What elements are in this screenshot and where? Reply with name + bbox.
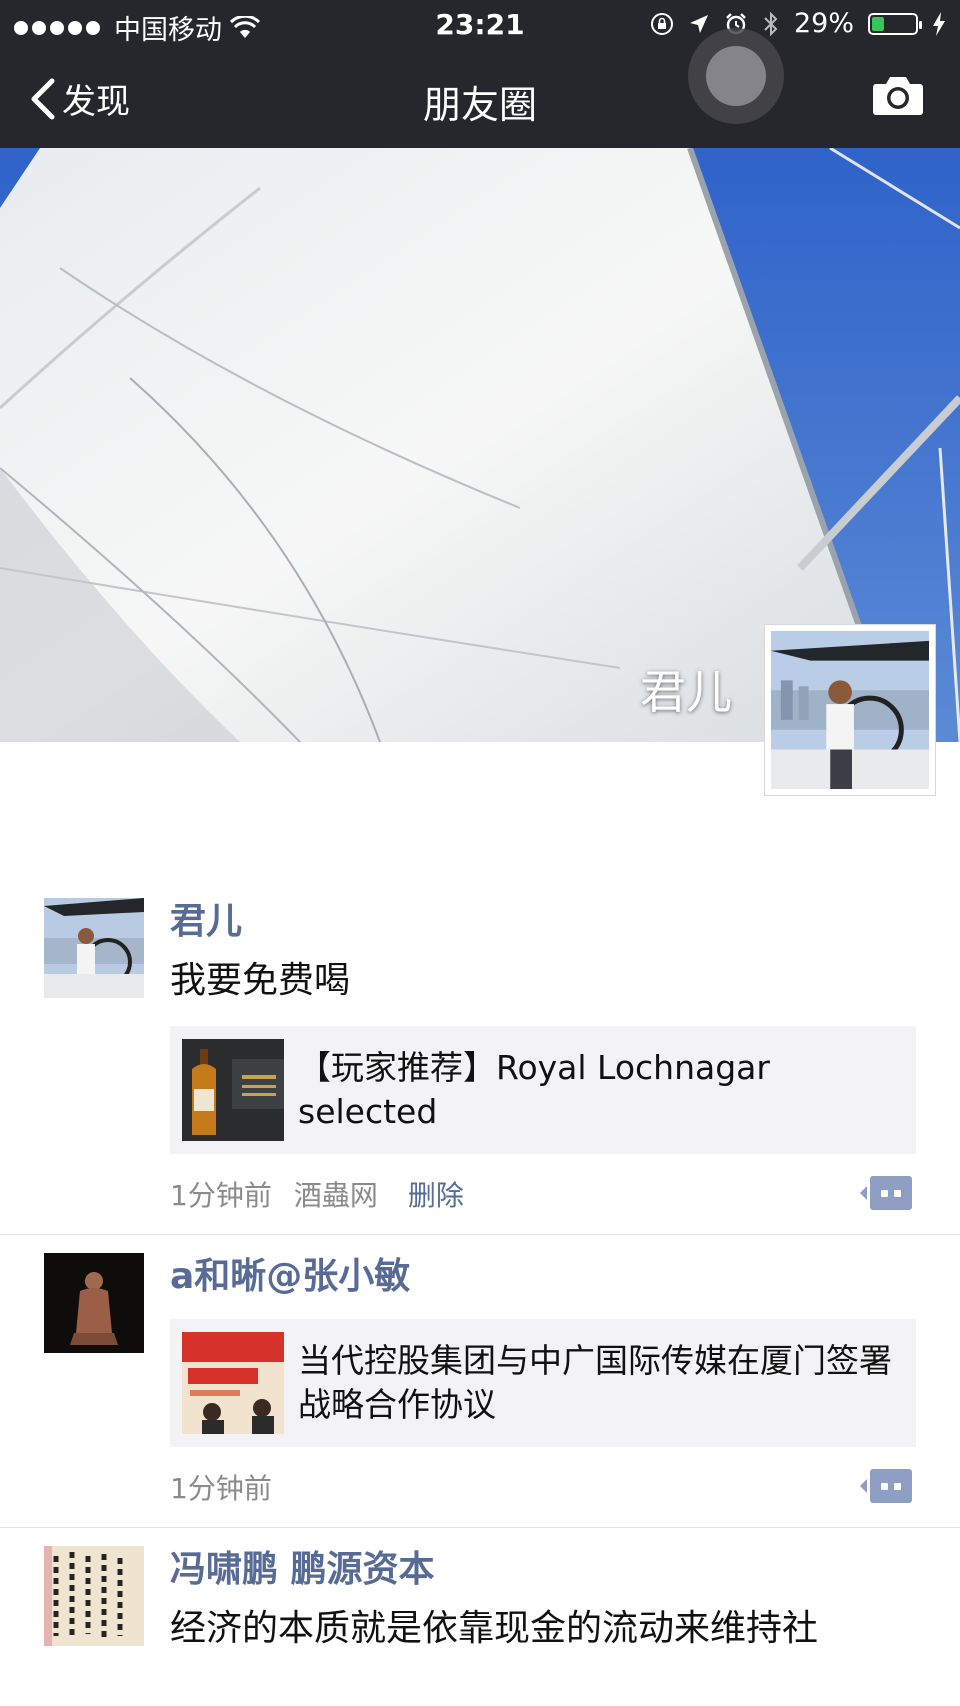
post-text: 经济的本质就是依靠现金的流动来维持社 [170,1608,819,1649]
post-avatar[interactable] [44,1253,144,1353]
post-avatar[interactable] [44,1546,144,1646]
avatar-image [44,1546,144,1646]
bluetooth-icon [764,11,778,36]
post-author-name[interactable]: 冯啸鹏 鹏源资本 [170,1548,916,1592]
post-author-name[interactable]: a和晰@张小敏 [170,1255,916,1299]
status-bar: 中国移动 23:21 29% [0,0,960,48]
post-body: 冯啸鹏 鹏源资本 经济的本质就是依靠现金的流动来维持社 [170,1528,916,1654]
avatar-image [44,898,144,998]
location-arrow-icon [689,14,708,33]
shared-link-title: 【玩家推荐】Royal Lochnagar selected [298,1048,770,1131]
shared-link-card[interactable]: 当代控股集团与中广国际传媒在厦门签署战略合作协议 [170,1319,916,1447]
shared-link-card[interactable]: 【玩家推荐】Royal Lochnagar selected [170,1026,916,1154]
post-meta: 1分钟前 [170,1447,916,1527]
post-avatar[interactable] [44,898,144,998]
post-body: a和晰@张小敏 当代控股集团与中广国际传媒在厦门签署战略合作协议 1分钟前 [170,1235,916,1527]
avatar-image [771,631,929,789]
profile-avatar[interactable] [764,624,936,796]
post-item: 君儿 我要免费喝 【玩家推荐】Royal Lochnagar selected … [0,880,960,1235]
post-time: 1分钟前 [170,1179,272,1212]
post-item: 冯啸鹏 鹏源资本 经济的本质就是依靠现金的流动来维持社 [0,1528,960,1654]
cover-owner-name: 君儿 [640,665,732,719]
comment-icon[interactable] [860,1469,912,1503]
signing-ceremony-image [182,1332,284,1434]
post-text: 我要免费喝 [170,960,351,1001]
post-body: 君儿 我要免费喝 【玩家推荐】Royal Lochnagar selected … [170,880,916,1234]
navigation-bar: 发现 朋友圈 [0,60,960,140]
avatar-image [44,1253,144,1353]
post-author-name[interactable]: 君儿 [170,900,916,944]
camera-icon [873,77,923,115]
status-right: 29% [650,8,946,39]
battery-percentage: 29% [793,8,854,39]
battery-fill [872,16,885,31]
top-bar: 中国移动 23:21 29% 发现 朋友圈 [0,0,960,148]
delete-button[interactable]: 删除 [408,1174,464,1214]
orientation-lock-icon [650,12,673,35]
charging-bolt-icon [933,11,945,36]
page-title: 朋友圈 [422,83,537,127]
post-item: a和晰@张小敏 当代控股集团与中广国际传媒在厦门签署战略合作协议 1分钟前 [0,1235,960,1528]
moments-feed: 君儿 我要免费喝 【玩家推荐】Royal Lochnagar selected … [0,880,960,1654]
battery-icon [868,12,922,35]
comment-icon[interactable] [860,1176,912,1210]
shared-link-title: 当代控股集团与中广国际传媒在厦门签署战略合作协议 [298,1341,892,1424]
shared-link-thumbnail [182,1039,284,1141]
assistive-touch-button[interactable] [688,28,784,124]
shared-link-thumbnail [182,1332,284,1434]
post-time: 1分钟前 [170,1472,272,1505]
camera-button[interactable] [872,74,924,120]
post-source[interactable]: 酒蟲网 [294,1174,378,1214]
whisky-bottle-image [182,1039,284,1141]
post-meta: 1分钟前 酒蟲网 删除 [170,1154,916,1234]
